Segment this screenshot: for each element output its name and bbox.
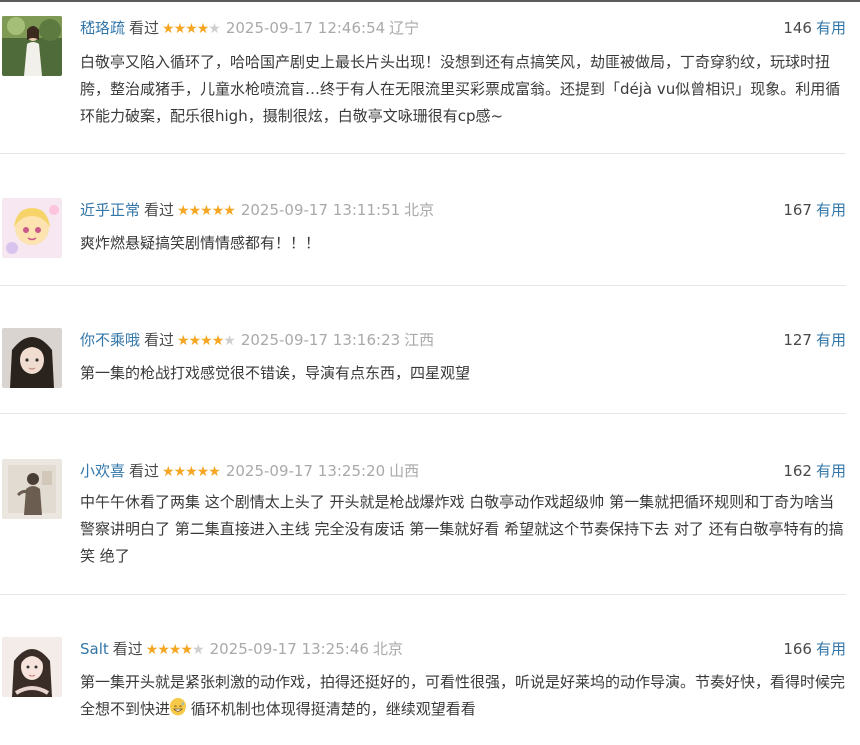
review-header: Salt 看过 ★★★★★ 2025-09-17 13:25:46 北京 — [80, 637, 403, 661]
vote-count: 167 — [783, 201, 812, 219]
comment-text: 爽炸燃悬疑搞笑剧情情感都有！！！ — [80, 234, 321, 252]
avatar[interactable] — [2, 198, 62, 258]
comment-time: 2025-09-17 13:11:51 — [240, 201, 401, 219]
rating-stars: ★★★★★ — [177, 199, 236, 223]
comment-text: 中午午休看了两集 这个剧情太上头了 开头就是枪战爆炸戏 白敬亭动作戏超级帅 第一… — [80, 493, 844, 565]
star-filled-icon: ★ — [211, 203, 225, 219]
star-filled-icon: ★ — [177, 333, 190, 349]
username-link[interactable]: 嵇珞疏 — [80, 19, 125, 37]
review-header: 嵇珞疏 看过 ★★★★★ 2025-09-17 12:46:54 辽宁 — [80, 16, 419, 40]
useful-button[interactable]: 有用 — [816, 201, 846, 219]
star-empty-icon: ★ — [208, 21, 221, 37]
grinning-sweat-emoji-icon — [170, 698, 187, 716]
watch-status: 看过 — [144, 201, 175, 219]
vote-area: 127 有用 — [783, 328, 846, 352]
divider — [0, 285, 846, 286]
watch-status: 看过 — [112, 640, 143, 658]
review-header: 你不乘哦 看过 ★★★★★ 2025-09-17 13:16:23 江西 — [80, 328, 434, 352]
comment-text: 第一集的枪战打戏感觉很不错诶，导演有点东西，四星观望 — [80, 364, 471, 382]
watch-status: 看过 — [144, 331, 175, 349]
star-filled-icon: ★ — [145, 642, 159, 658]
star-filled-icon: ★ — [177, 203, 190, 219]
comment-location: 江西 — [404, 331, 435, 349]
star-filled-icon: ★ — [173, 464, 187, 480]
avatar[interactable] — [2, 637, 62, 697]
comment-location: 北京 — [372, 640, 403, 658]
comment-time: 2025-09-17 13:25:20 — [225, 462, 386, 480]
vote-count: 146 — [783, 19, 812, 37]
star-filled-icon: ★ — [196, 21, 210, 37]
star-filled-icon: ★ — [157, 642, 170, 658]
comment-location: 山西 — [389, 462, 420, 480]
vote-count: 162 — [783, 462, 812, 480]
watch-status: 看过 — [129, 462, 160, 480]
star-filled-icon: ★ — [173, 21, 187, 37]
star-filled-icon: ★ — [200, 203, 213, 219]
divider — [0, 413, 846, 414]
review-header: 小欢喜 看过 ★★★★★ 2025-09-17 13:25:20 山西 — [80, 459, 419, 483]
star-filled-icon: ★ — [180, 642, 193, 658]
username-link[interactable]: 你不乘哦 — [80, 331, 140, 349]
comment-text-part: 循环机制也体现得挺清楚的，继续观望看看 — [186, 700, 476, 718]
rating-stars: ★★★★★ — [177, 329, 236, 353]
star-filled-icon: ★ — [211, 333, 225, 349]
star-filled-icon: ★ — [223, 203, 236, 219]
username-link[interactable]: Salt — [80, 640, 109, 658]
star-filled-icon: ★ — [188, 333, 202, 349]
star-filled-icon: ★ — [168, 642, 182, 658]
star-filled-icon: ★ — [196, 464, 210, 480]
comment-location: 北京 — [404, 201, 435, 219]
vote-area: 162 有用 — [783, 459, 846, 483]
star-filled-icon: ★ — [162, 21, 175, 37]
comment-time: 2025-09-17 12:46:54 — [225, 19, 386, 37]
avatar[interactable] — [2, 328, 62, 388]
avatar[interactable] — [2, 459, 62, 519]
star-filled-icon: ★ — [162, 464, 175, 480]
comment-text: 白敬亭又陷入循环了，哈哈国产剧史上最长片头出现！没想到还有点搞笑风，劫匪被做局，… — [80, 53, 841, 125]
top-border — [0, 0, 860, 2]
rating-stars: ★★★★★ — [162, 17, 221, 41]
star-filled-icon: ★ — [208, 464, 221, 480]
comment-time: 2025-09-17 13:25:46 — [209, 640, 369, 658]
star-filled-icon: ★ — [185, 21, 198, 37]
useful-button[interactable]: 有用 — [816, 462, 846, 480]
comment-text: 第一集开头就是紧张刺激的动作戏，拍得还挺好的，可看性很强，听说是好莱坞的动作导演… — [80, 669, 846, 723]
useful-button[interactable]: 有用 — [816, 331, 846, 349]
star-filled-icon: ★ — [200, 333, 213, 349]
rating-stars: ★★★★★ — [145, 638, 205, 662]
vote-count: 166 — [783, 640, 812, 658]
comment-time: 2025-09-17 13:16:23 — [240, 331, 401, 349]
divider — [0, 153, 846, 154]
watch-status: 看过 — [129, 19, 160, 37]
vote-area: 166 有用 — [783, 637, 846, 661]
vote-area: 167 有用 — [783, 198, 846, 222]
star-empty-icon: ★ — [192, 642, 205, 658]
useful-button[interactable]: 有用 — [816, 19, 846, 37]
divider — [0, 594, 846, 595]
useful-button[interactable]: 有用 — [816, 640, 846, 658]
review-header: 近乎正常 看过 ★★★★★ 2025-09-17 13:11:51 北京 — [80, 198, 434, 222]
star-filled-icon: ★ — [188, 203, 202, 219]
comment-location: 辽宁 — [389, 19, 420, 37]
rating-stars: ★★★★★ — [162, 460, 221, 484]
vote-area: 146 有用 — [783, 16, 846, 40]
star-filled-icon: ★ — [185, 464, 198, 480]
star-empty-icon: ★ — [223, 333, 236, 349]
username-link[interactable]: 近乎正常 — [80, 201, 140, 219]
avatar[interactable] — [2, 16, 62, 76]
username-link[interactable]: 小欢喜 — [80, 462, 125, 480]
vote-count: 127 — [783, 331, 812, 349]
